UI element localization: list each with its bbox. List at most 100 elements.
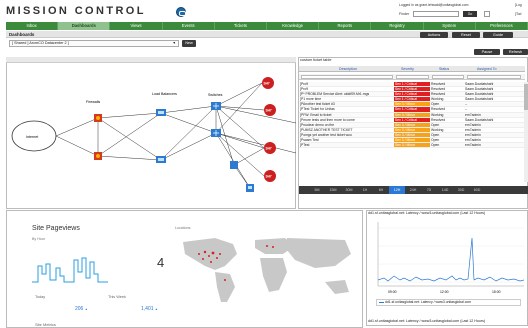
time-range-1h[interactable]: 1H xyxy=(357,186,373,194)
refresh-button[interactable]: Refresh xyxy=(503,49,528,55)
nav-views[interactable]: Views xyxy=(110,22,163,30)
time-range-30m[interactable]: 30M xyxy=(341,186,357,194)
mission-control-logo-icon xyxy=(176,7,186,17)
nav-reports[interactable]: Reports xyxy=(319,22,372,30)
latency-legend: dd1.sf.unitasglobal.net: Latency / www3.… xyxy=(376,299,521,306)
ticket-table-header: Description Severity Status Assigned To xyxy=(299,66,525,72)
filter-severity-input[interactable] xyxy=(396,75,429,79)
nav-inbox[interactable]: Inbox xyxy=(6,22,59,30)
firewalls-label: Firewalls xyxy=(86,100,100,104)
ticket-assignee: em7admin xyxy=(465,127,481,132)
ticket-assignee: Saam.Dowlatshahi xyxy=(465,87,494,92)
tod-link[interactable]: [Tod xyxy=(515,12,521,16)
reset-button[interactable]: Reset xyxy=(452,32,480,38)
ticket-description: [PFW: Email to ticket xyxy=(300,112,332,117)
ticket-status: Working xyxy=(431,97,444,102)
chevron-down-icon: ▼ xyxy=(172,41,176,45)
today-label: Today xyxy=(35,295,46,299)
today-value: 206 ▲ xyxy=(75,306,88,312)
latency-x-tick: 15:00 xyxy=(492,290,501,294)
guide-button[interactable]: Guide xyxy=(483,32,513,38)
ticket-status: Open xyxy=(431,102,440,107)
ticket-description: [Pro9 xyxy=(300,82,309,86)
latency-chart: 09:00 12:00 15:00 xyxy=(377,222,525,294)
nav-registry[interactable]: Registry xyxy=(371,22,424,30)
ticket-assignee: em7admin xyxy=(465,112,481,117)
this-week-label: This Week xyxy=(108,295,126,299)
ticket-severity-badge: Sev 3 / Minor xyxy=(394,122,430,127)
ticket-severity-badge: Sev 3 / Minor xyxy=(394,127,430,132)
nav-dashboards[interactable]: Dashboards xyxy=(58,22,111,30)
ticket-assignee: Saam.Dowlatshahi xyxy=(465,82,494,86)
ticket-row[interactable]: [PTest Sev 3 / Minor Open em7admin xyxy=(299,143,525,149)
ticket-status: Open xyxy=(431,132,440,137)
alert-badge-icon: SH7 xyxy=(264,104,276,116)
ticket-assignee: em7admin xyxy=(465,132,481,137)
ticket-severity-badge: Sev 3 / Minor xyxy=(394,102,430,107)
by-hour-label: By Hour xyxy=(32,237,45,241)
ticket-assignee: Saam.Dowlatshahi xyxy=(465,117,494,122)
time-range-12h[interactable]: 12H xyxy=(389,186,405,194)
finder-label: Finder xyxy=(399,12,410,16)
ticket-status: Resolved xyxy=(431,87,446,92)
ticket-description: [PUMSZ ANOTHER TEST TICKET xyxy=(300,127,353,132)
filter-description-input[interactable] xyxy=(301,75,393,79)
ticket-table-body: [Pro9 Sev 1 / Critical Resolved Saam.Dowlat… xyxy=(299,82,525,149)
time-range-60d[interactable]: 60D xyxy=(469,186,485,194)
ticket-assignee: -- xyxy=(465,107,468,112)
ticket-assignee: Saam.Dowlatshahi xyxy=(465,97,494,102)
up-arrow-icon: ▲ xyxy=(84,307,88,311)
col-severity[interactable]: Severity xyxy=(401,67,414,71)
time-range-14d[interactable]: 14D xyxy=(437,186,453,194)
time-range-6h[interactable]: 6H xyxy=(373,186,389,194)
alert-badge-icon: SH7 xyxy=(262,77,274,89)
col-status[interactable]: Status xyxy=(439,67,449,71)
col-assigned[interactable]: Assigned To xyxy=(477,67,497,71)
time-range-5m[interactable]: 5M xyxy=(309,186,325,194)
time-range-30d[interactable]: 30D xyxy=(453,186,469,194)
ticket-description: [P1 more time xyxy=(300,97,322,102)
actions-button[interactable]: Actions xyxy=(420,32,448,38)
site-metrics-footer: Site Metrics xyxy=(35,322,56,327)
time-range-24h[interactable]: 24H xyxy=(405,186,421,194)
ticket-assignee: em7admin xyxy=(465,143,481,148)
col-description[interactable]: Description xyxy=(339,67,357,71)
finder-input[interactable] xyxy=(413,11,459,17)
ticket-description: [PAnother test ticket #3 xyxy=(300,102,335,107)
nav-system[interactable]: System xyxy=(424,22,476,30)
ticket-severity-badge: Sev 1 / Critical xyxy=(394,97,430,102)
ticket-status: Resolved xyxy=(431,92,446,97)
ticket-scrollbar-thumb[interactable] xyxy=(524,84,528,110)
filter-status-input[interactable] xyxy=(432,75,464,79)
filter-assigned-input[interactable] xyxy=(467,75,521,79)
time-range-15m[interactable]: 15M xyxy=(325,186,341,194)
nav-knowledge[interactable]: Knowledge xyxy=(267,22,320,30)
load-balancer-icon xyxy=(156,156,166,163)
page-title: Dashboards xyxy=(9,32,35,37)
pause-button[interactable]: Pause xyxy=(474,49,500,55)
dashboard-select[interactable]: [ Shared ] ArcmCO Datacenter 2 ] ▼ xyxy=(9,40,179,47)
nav-preferences[interactable]: Preferences xyxy=(476,22,528,30)
switch-icon xyxy=(211,102,221,110)
finder-go-button[interactable]: Go xyxy=(463,11,477,17)
server-icon xyxy=(230,161,238,169)
nav-events[interactable]: Events xyxy=(163,22,215,30)
alert-badge-label: SH7 xyxy=(266,109,272,113)
new-dashboard-button[interactable]: New xyxy=(182,40,196,47)
internet-label: Internet xyxy=(26,135,38,139)
alert-badge-label: SH7 xyxy=(266,147,272,151)
load-balancers-label: Load Balancers xyxy=(152,92,177,96)
ticket-status: Resolved xyxy=(431,82,446,86)
ticket-status: Resolved xyxy=(431,107,446,112)
ticket-panel-title: custom ticket table xyxy=(300,58,332,62)
ticket-status: Working xyxy=(431,127,444,132)
finder-options-checkbox[interactable] xyxy=(484,11,490,17)
time-range-7d[interactable]: 7D xyxy=(421,186,437,194)
up-arrow-icon: ▲ xyxy=(154,307,158,311)
ticket-severity-badge: Sev 3 / Minor xyxy=(394,112,430,117)
logout-link[interactable]: [Log xyxy=(515,3,522,7)
latency-chart-title-2: dd1.sf.unitasglobal.net: Latency / www3.… xyxy=(368,319,486,323)
ticket-severity-badge: Sev 1 / Critical xyxy=(394,92,430,97)
ticket-assignee: em7admin xyxy=(465,138,481,143)
nav-tickets[interactable]: Tickets xyxy=(215,22,268,30)
